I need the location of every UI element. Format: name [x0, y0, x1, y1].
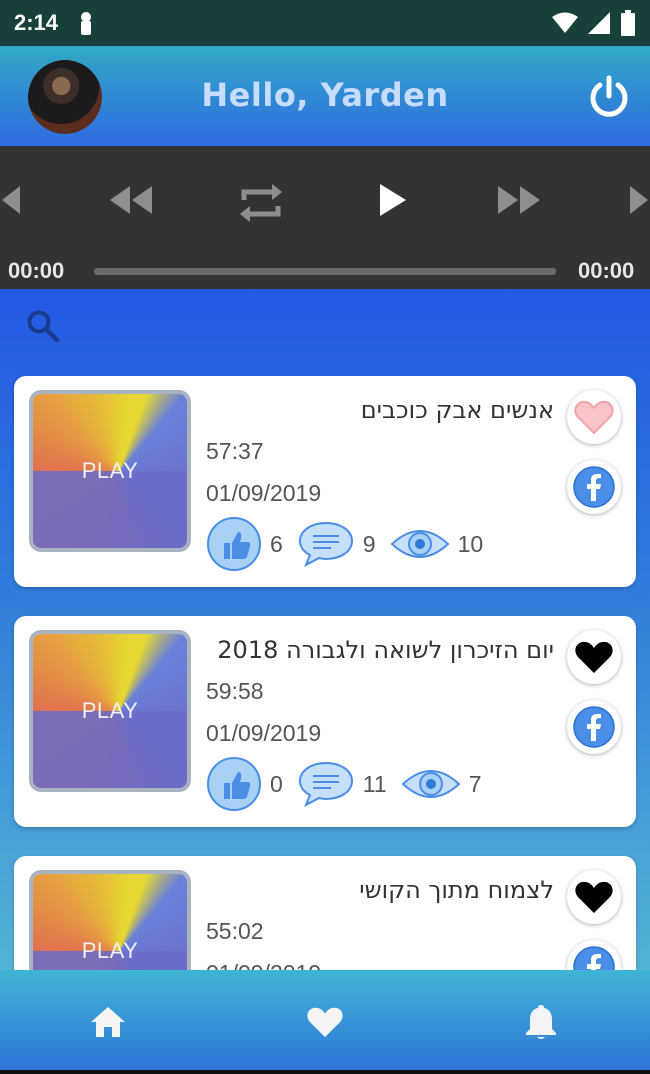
episode-duration: 57:37	[206, 438, 264, 464]
like-count: 0	[270, 770, 283, 797]
audio-player: 00:00 00:00	[0, 146, 650, 289]
fast-forward-icon[interactable]	[496, 178, 542, 222]
episode-card[interactable]: PLAY לצמוח מתוך הקושי 55:02 01/09/2019	[14, 856, 636, 970]
episode-card[interactable]: PLAY יום הזיכרון לשואה ולגבורה 2018 59:5…	[14, 616, 636, 827]
search-icon[interactable]	[26, 309, 60, 343]
wifi-icon	[552, 12, 578, 33]
like-icon[interactable]	[206, 516, 262, 572]
comment-icon[interactable]	[297, 519, 355, 569]
episode-date: 01/09/2019	[206, 480, 322, 506]
progress-bar[interactable]	[94, 268, 556, 275]
total-time: 00:00	[578, 258, 635, 283]
status-bar: 2:14	[0, 0, 650, 46]
episode-date: 01/09/2019	[206, 960, 321, 970]
episode-date: 01/09/2019	[206, 720, 322, 746]
episode-title: אנשים אבק כוכבים	[360, 396, 554, 424]
power-icon[interactable]	[586, 74, 632, 120]
comment-count: 11	[362, 770, 387, 797]
views-icon	[401, 770, 461, 798]
episode-list-area: PLAY אנשים אבק כוכבים 57:37 01/09/2019 6…	[0, 289, 650, 970]
like-count: 6	[270, 530, 283, 557]
heart-filled-icon	[575, 641, 613, 673]
episode-duration: 55:02	[206, 918, 264, 944]
battery-icon	[621, 10, 635, 36]
current-time: 00:00	[8, 258, 65, 283]
heart-icon	[307, 1007, 343, 1038]
greeting-title: Hello, Yarden	[201, 76, 449, 114]
nav-notifications[interactable]	[521, 1002, 561, 1042]
comment-icon[interactable]	[297, 759, 355, 809]
like-icon[interactable]	[206, 756, 262, 812]
views-count: 10	[457, 530, 484, 557]
comment-count: 9	[362, 530, 376, 557]
views-count: 7	[468, 770, 482, 797]
status-time: 2:14	[14, 10, 59, 35]
home-icon	[91, 1007, 125, 1037]
episode-thumbnail[interactable]: PLAY	[29, 870, 191, 970]
episode-card[interactable]: PLAY אנשים אבק כוכבים 57:37 01/09/2019 6…	[14, 376, 636, 587]
bell-icon	[526, 1005, 556, 1039]
heart-outline-icon	[574, 400, 614, 435]
facebook-icon	[573, 946, 615, 970]
episode-stats: 6 9 10	[206, 516, 497, 572]
favorite-button[interactable]	[567, 870, 621, 924]
episode-thumbnail[interactable]: PLAY	[29, 390, 191, 552]
nav-home[interactable]	[88, 1002, 128, 1042]
facebook-share-button[interactable]	[567, 700, 621, 754]
favorite-button[interactable]	[567, 390, 621, 444]
views-icon	[390, 530, 450, 558]
play-icon[interactable]	[376, 178, 410, 222]
heart-filled-icon	[575, 881, 613, 913]
previous-icon[interactable]	[0, 178, 22, 222]
facebook-icon	[573, 466, 615, 508]
facebook-share-button[interactable]	[567, 940, 621, 970]
play-label: PLAY	[81, 938, 139, 963]
bottom-navigation	[0, 970, 650, 1074]
app-header: Hello, Yarden	[0, 46, 650, 146]
cell-signal-icon	[588, 12, 610, 34]
repeat-icon[interactable]	[236, 178, 286, 228]
favorite-button[interactable]	[567, 630, 621, 684]
notification-icon	[81, 12, 92, 35]
episode-duration: 59:58	[206, 678, 264, 704]
play-label: PLAY	[81, 698, 139, 723]
next-icon[interactable]	[628, 178, 650, 222]
play-label: PLAY	[81, 458, 139, 483]
rewind-icon[interactable]	[108, 178, 154, 222]
episode-title: יום הזיכרון לשואה ולגבורה 2018	[217, 636, 554, 664]
nav-favorites[interactable]	[305, 1002, 345, 1042]
episode-thumbnail[interactable]: PLAY	[29, 630, 191, 792]
episode-stats: 0 11 7	[206, 756, 495, 812]
facebook-icon	[573, 706, 615, 748]
facebook-share-button[interactable]	[567, 460, 621, 514]
episode-title: לצמוח מתוך הקושי	[359, 876, 554, 904]
